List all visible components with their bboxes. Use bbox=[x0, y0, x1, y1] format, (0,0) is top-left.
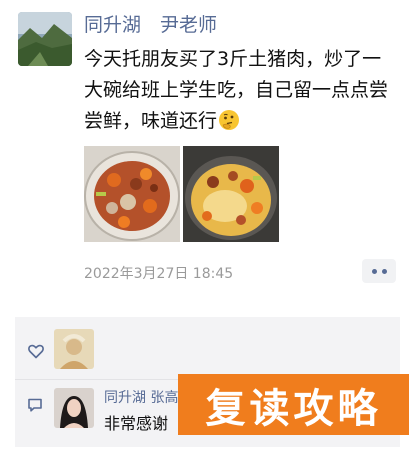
watermark-text: 复读攻略 bbox=[205, 385, 382, 432]
more-actions-button[interactable] bbox=[362, 259, 396, 283]
poster-avatar[interactable] bbox=[18, 12, 72, 66]
heart-outline-icon bbox=[27, 342, 45, 360]
thinking-face-icon bbox=[218, 109, 240, 131]
comment-author[interactable]: 同升湖 张高 bbox=[104, 387, 178, 407]
post-photo-stir-fried-pork[interactable] bbox=[84, 146, 180, 242]
comment-bubble-icon bbox=[26, 396, 44, 414]
more-dot-icon bbox=[371, 268, 377, 274]
poster-name[interactable]: 同升湖 尹老师 bbox=[84, 12, 217, 38]
liker-avatar[interactable] bbox=[54, 329, 94, 369]
commenter-avatar[interactable] bbox=[54, 388, 94, 428]
more-dot-icon bbox=[381, 268, 387, 274]
watermark-banner: 复读攻略 bbox=[178, 374, 409, 435]
comment-text: 非常感谢 bbox=[104, 414, 169, 433]
post-photo-pork-in-wok[interactable] bbox=[183, 146, 279, 242]
post-timestamp: 2022年3月27日 18:45 bbox=[84, 266, 234, 282]
post-text: 今天托朋友买了3斤土猪肉，炒了一大碗给班上学生吃，自己留一点点尝尝鲜，味道还行 bbox=[84, 44, 400, 137]
